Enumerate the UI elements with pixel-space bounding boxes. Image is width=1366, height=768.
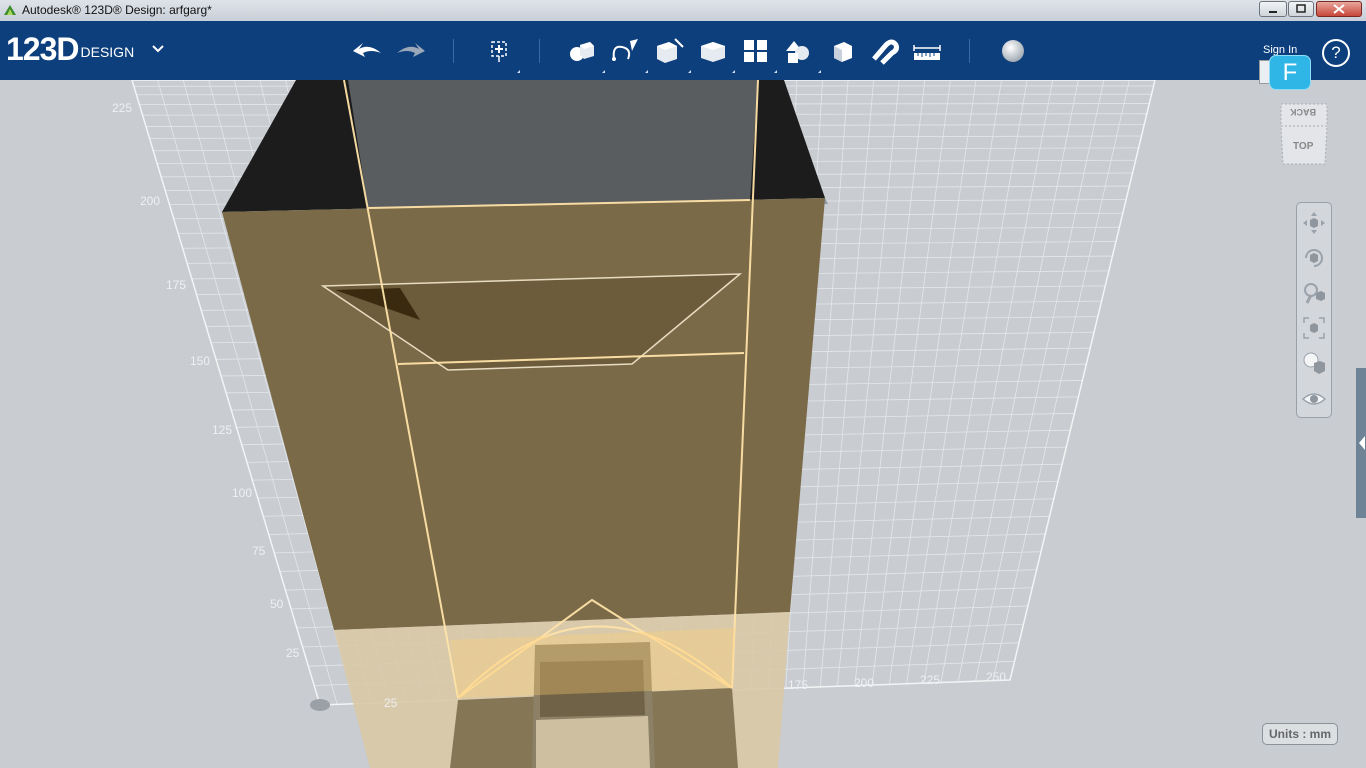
grid-label-125: 125: [212, 423, 233, 437]
ruler-measure-icon: [913, 45, 941, 60]
combine-icon: [834, 42, 852, 62]
material-button[interactable]: [997, 37, 1029, 65]
undo-button[interactable]: [351, 37, 383, 65]
modify-button[interactable]: [697, 37, 729, 65]
modify-icon: [701, 42, 725, 62]
model-inner-cavity-floor: [536, 716, 650, 768]
grid-label-x250: 250: [986, 670, 1007, 684]
magnet-snap-icon: [872, 39, 899, 65]
side-panel-toggle[interactable]: [1356, 368, 1366, 518]
grouping-icon: [786, 41, 809, 63]
grid-label-200: 200: [140, 194, 161, 208]
submenu-indicator: [642, 70, 648, 73]
submenu-indicator: [815, 70, 821, 73]
grid-line: [975, 80, 1105, 682]
view-mode-icon: [1303, 352, 1325, 374]
pattern-button[interactable]: [740, 37, 772, 65]
logo-sub: DESIGN: [80, 44, 135, 60]
sketch-icon: [612, 39, 638, 61]
minimize-button[interactable]: [1259, 1, 1287, 17]
grid-label-175: 175: [166, 278, 187, 292]
app-logo-menu[interactable]: 123D DESIGN: [6, 31, 164, 68]
origin-marker: [310, 699, 330, 711]
orbit-button[interactable]: [1300, 244, 1328, 272]
orbit-icon: [1305, 249, 1323, 267]
chevron-down-icon: [152, 45, 164, 53]
submenu-indicator: [729, 70, 735, 73]
combine-button[interactable]: [826, 37, 858, 65]
grid-label-225: 225: [112, 101, 133, 115]
view-cube-top-label: TOP: [1293, 141, 1314, 152]
transform-icon: [491, 41, 507, 62]
transform-button[interactable]: [483, 37, 515, 65]
construct-button[interactable]: [653, 37, 685, 65]
model-front-face: [222, 198, 825, 630]
submenu-indicator: [514, 70, 520, 73]
grid-line: [992, 80, 1130, 681]
undo-icon: [353, 43, 381, 57]
help-button[interactable]: ?: [1322, 39, 1350, 67]
grid-label-x25: 25: [384, 696, 398, 710]
grouping-button[interactable]: [782, 37, 814, 65]
model-highlight-band: [450, 628, 735, 698]
grid-label-x175: 175: [788, 678, 809, 692]
sketch-button[interactable]: [610, 37, 642, 65]
pattern-icon: [744, 40, 767, 62]
measure-button[interactable]: [911, 37, 943, 65]
redo-icon: [397, 43, 425, 57]
toolbar-separator: [539, 39, 540, 63]
construct-icon: [657, 38, 684, 63]
main-toolbar: 123D DESIGN Sign In ?: [0, 21, 1366, 80]
view-cube[interactable]: BACK TOP: [1277, 98, 1331, 168]
chevron-left-icon: [1359, 436, 1365, 450]
snap-button[interactable]: [868, 37, 900, 65]
units-indicator[interactable]: Units : mm: [1262, 723, 1339, 745]
maximize-button[interactable]: [1288, 1, 1314, 17]
fit-button[interactable]: [1300, 314, 1328, 342]
toolbar-separator: [453, 39, 454, 63]
grid-label-150: 150: [190, 354, 211, 368]
visibility-button[interactable]: [1300, 385, 1328, 413]
submenu-indicator: [685, 70, 691, 73]
pan-icon: [1303, 212, 1325, 234]
eye-icon: [1301, 393, 1327, 405]
logo-main: 123D: [6, 31, 79, 67]
close-icon: [1333, 4, 1345, 14]
view-mode-button[interactable]: [1300, 349, 1328, 377]
grid-label-x225: 225: [920, 673, 941, 687]
zoom-button[interactable]: [1300, 279, 1328, 307]
primitives-button[interactable]: [566, 37, 598, 65]
material-sphere-icon: [1002, 40, 1024, 62]
grid-label-75: 75: [252, 544, 266, 558]
window-title-bar: Autodesk® 123D® Design: arfgarg*: [0, 0, 1366, 22]
view-cube-back-label: BACK: [1290, 107, 1316, 117]
toolbar-separator: [969, 39, 970, 63]
restore-icon: [1296, 4, 1306, 13]
grid-label-x200: 200: [854, 676, 875, 690]
pan-button[interactable]: [1300, 209, 1328, 237]
scene-canvas: [131, 80, 1156, 768]
redo-button[interactable]: [395, 37, 427, 65]
minimize-icon: [1269, 11, 1277, 13]
zoom-icon: [1304, 283, 1325, 304]
window-title: Autodesk® 123D® Design: arfgarg*: [22, 3, 212, 17]
3d-viewport[interactable]: 225 200 175 150 125 100 75 50 25 25 175 …: [0, 80, 1366, 768]
close-button[interactable]: [1316, 1, 1362, 17]
grid-label-50: 50: [270, 597, 284, 611]
grid-label-25: 25: [286, 646, 300, 660]
user-badge[interactable]: F: [1269, 55, 1311, 90]
submenu-indicator: [599, 70, 605, 73]
model-interior-wall: [348, 80, 758, 208]
primitives-icon: [570, 42, 594, 61]
app-icon: [4, 5, 16, 15]
fit-icon: [1303, 317, 1325, 339]
grid-label-100: 100: [232, 486, 253, 500]
submenu-indicator: [771, 70, 777, 73]
navigation-bar: [1296, 202, 1332, 418]
